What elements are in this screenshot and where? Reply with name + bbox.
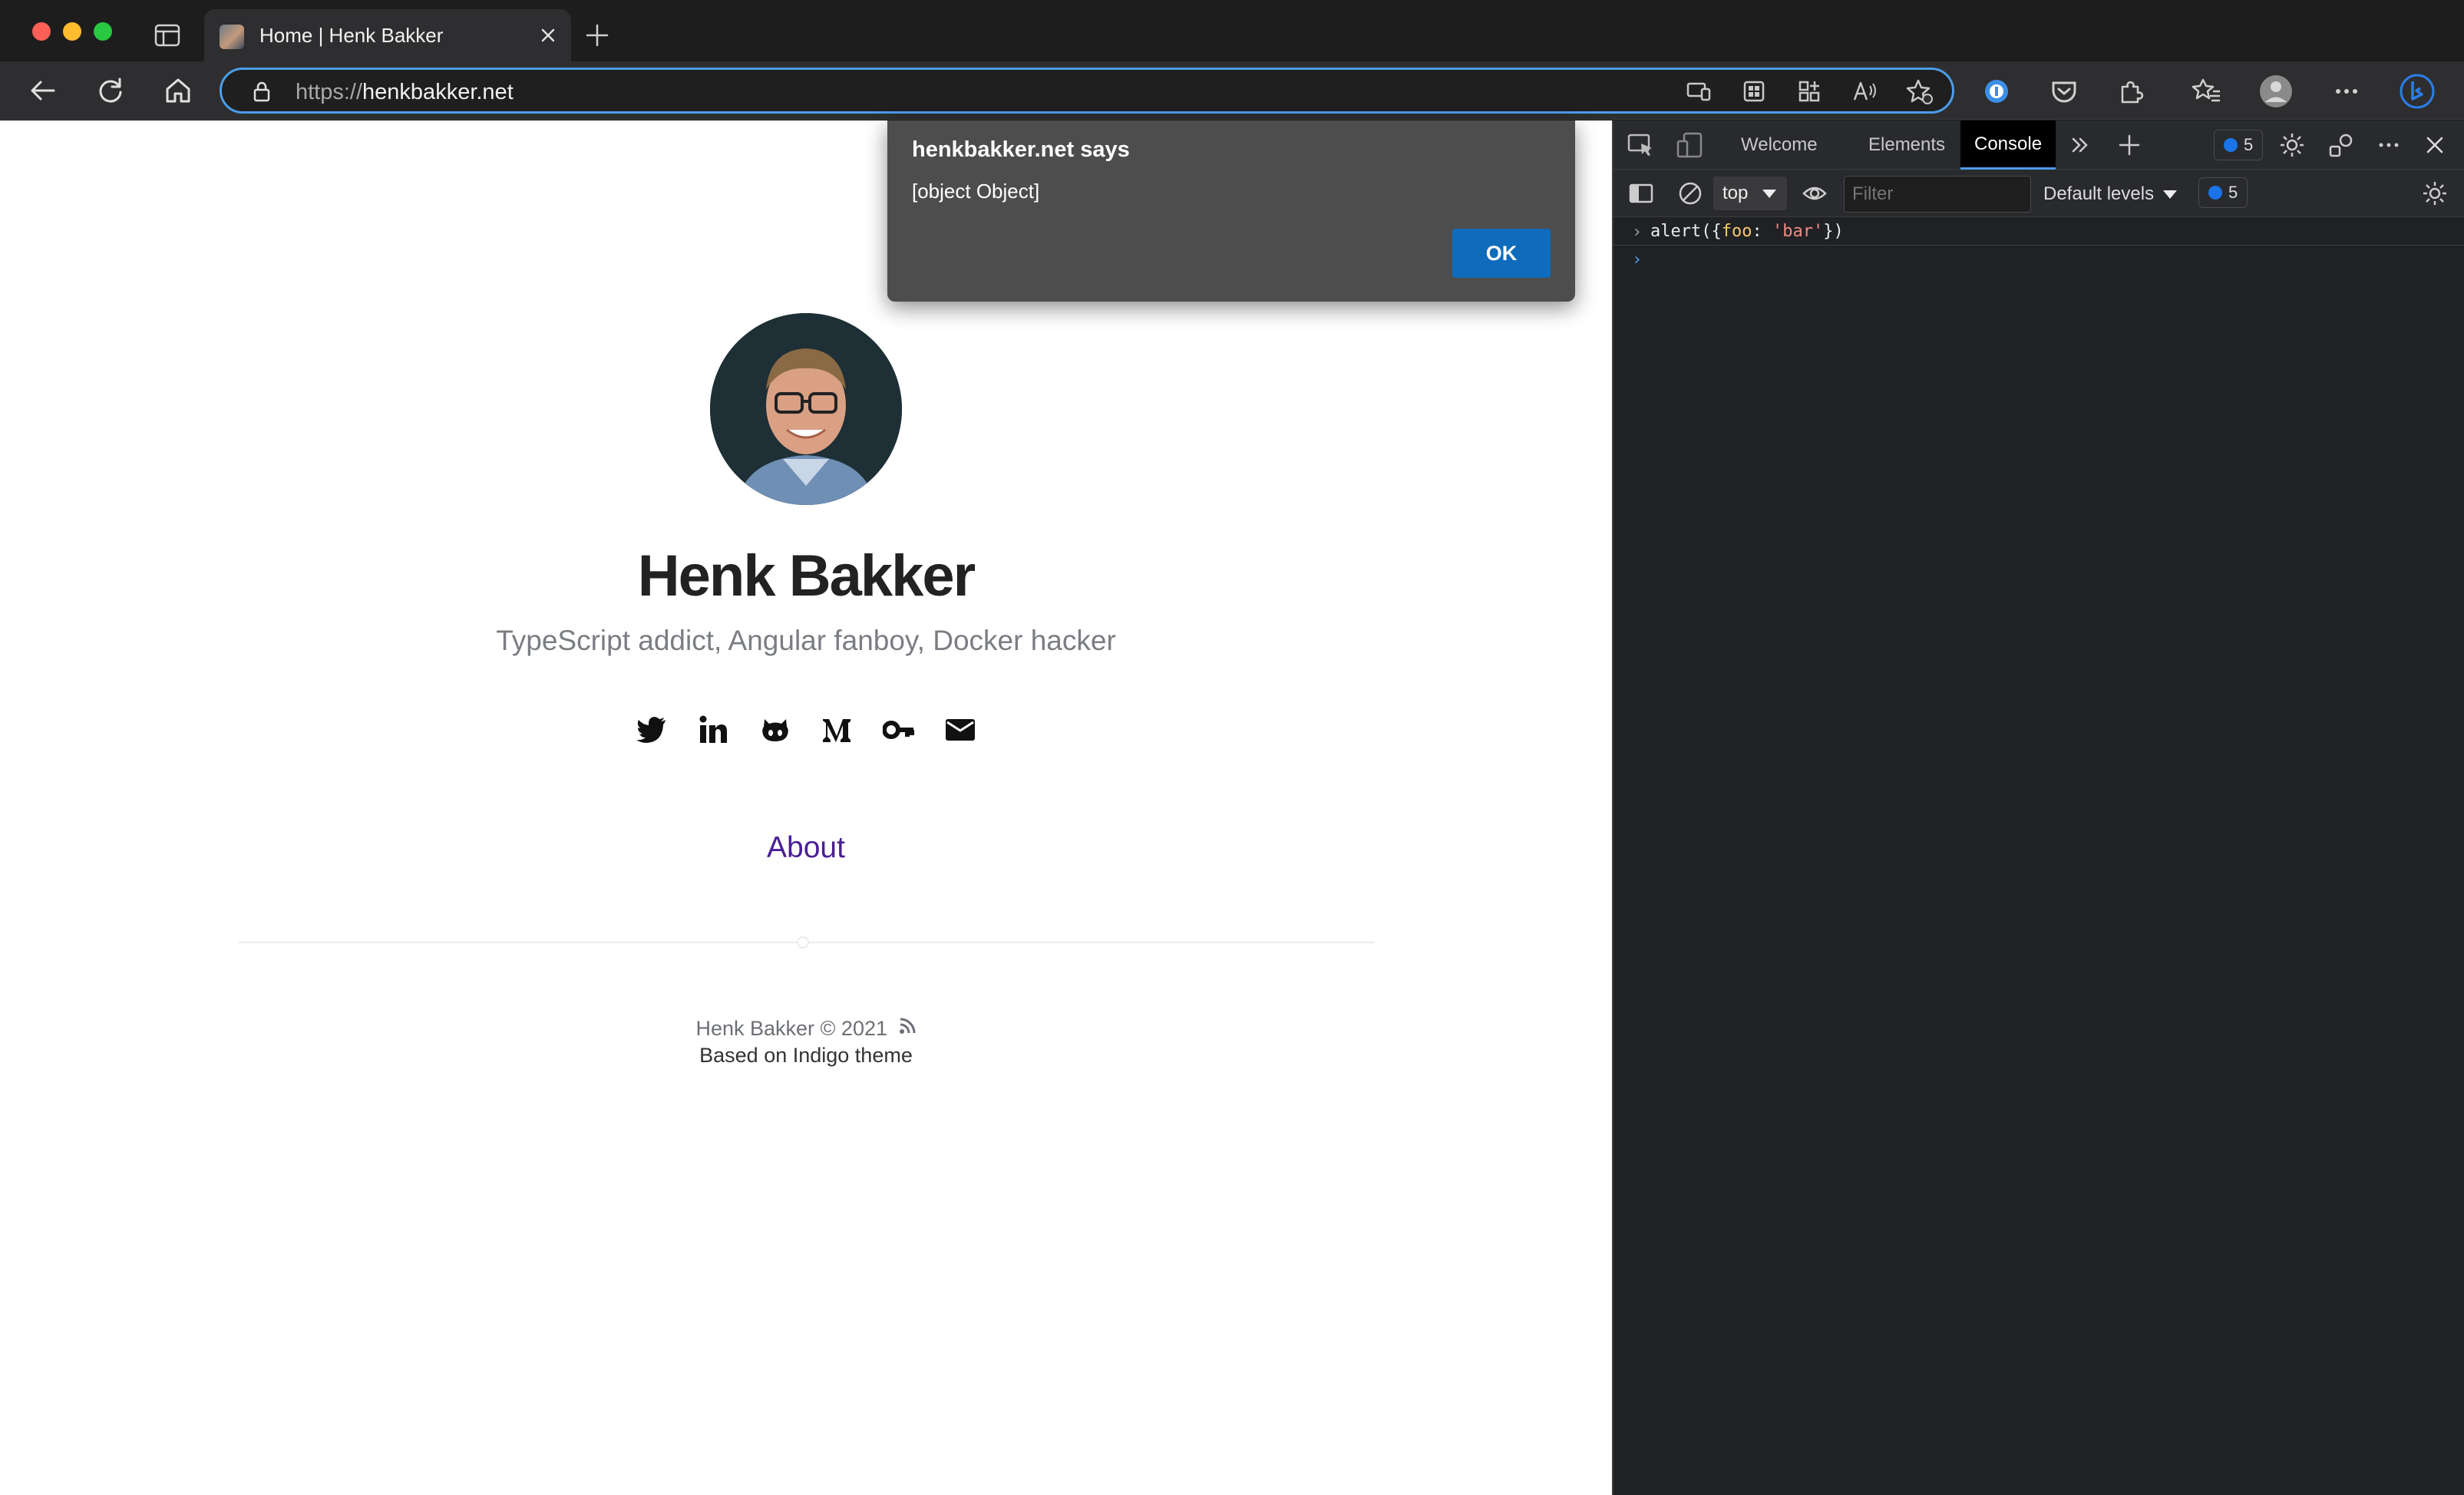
customize-icon[interactable] xyxy=(2326,130,2357,160)
message-icon xyxy=(2208,186,2222,200)
profile-photo xyxy=(710,313,902,505)
ok-button[interactable]: OK xyxy=(1452,229,1551,278)
dialog-message: [object Object] xyxy=(912,180,1040,203)
tagline: TypeScript addict, Angular fanboy, Docke… xyxy=(496,625,1116,656)
more-icon[interactable] xyxy=(2329,74,2364,109)
footer-theme[interactable]: Based on Indigo theme xyxy=(0,1044,1612,1068)
add-app-icon[interactable] xyxy=(1792,76,1826,107)
title-bar: Home | Henk Bakker xyxy=(0,0,2464,61)
add-tool-icon[interactable] xyxy=(2114,130,2145,160)
divider-dot xyxy=(797,936,809,949)
context-value: top xyxy=(1722,183,1749,203)
context-select[interactable]: top xyxy=(1713,177,1787,210)
log-levels-label: Default levels xyxy=(2043,183,2155,204)
device-emulation-icon[interactable] xyxy=(1675,130,1706,160)
add-favorite-icon[interactable] xyxy=(1903,76,1937,107)
console-entry: › alert({foo: 'bar'}) xyxy=(1613,218,2464,246)
console-prompt[interactable]: › xyxy=(1613,246,2464,273)
prompt-chevron-icon: › xyxy=(1632,250,1643,269)
devtools-tab-bar: Welcome Elements Console 5 xyxy=(1613,120,2464,170)
close-tab-icon[interactable] xyxy=(536,23,560,48)
filter-input[interactable] xyxy=(1844,176,2031,213)
read-aloud-icon[interactable] xyxy=(1848,76,1881,107)
log-levels-select[interactable]: Default levels xyxy=(2043,176,2178,213)
tab-actions-icon[interactable] xyxy=(154,23,181,48)
url-text[interactable]: https://henkbakker.net xyxy=(296,80,514,105)
chevron-right-icon: › xyxy=(1632,223,1643,242)
close-window-button[interactable] xyxy=(32,22,51,41)
home-icon[interactable] xyxy=(161,74,195,107)
medium-icon[interactable] xyxy=(818,711,855,748)
app-available-icon[interactable] xyxy=(1682,76,1716,107)
dialog-title: henkbakker.net says xyxy=(912,137,1130,162)
mail-icon[interactable] xyxy=(942,711,979,748)
more-options-icon[interactable] xyxy=(2373,130,2404,160)
inspect-icon[interactable] xyxy=(1626,130,1656,160)
github-icon[interactable] xyxy=(757,711,794,748)
clear-console-icon[interactable] xyxy=(1675,178,1706,209)
address-bar[interactable]: https://henkbakker.net xyxy=(220,68,1954,114)
more-tabs-icon[interactable] xyxy=(2065,130,2096,160)
chevron-down-icon xyxy=(2163,190,2178,199)
profile-avatar[interactable] xyxy=(2258,74,2294,109)
console-settings-icon[interactable] xyxy=(2419,178,2450,209)
issues-badge[interactable]: 5 xyxy=(2214,130,2264,160)
twitter-icon[interactable] xyxy=(633,711,670,748)
sidebar-toggle-icon[interactable] xyxy=(1626,178,1656,209)
linkedin-icon[interactable] xyxy=(695,711,732,748)
extensions-grid-icon[interactable] xyxy=(1737,76,1771,107)
tab-welcome[interactable]: Welcome xyxy=(1741,120,1818,170)
social-links xyxy=(633,711,979,750)
maximize-window-button[interactable] xyxy=(94,22,112,41)
console-toolbar: top Default levels 5 xyxy=(1613,170,2464,217)
lock-icon[interactable] xyxy=(251,81,272,102)
back-icon[interactable] xyxy=(26,74,60,107)
footer-copyright: Henk Bakker © 2021 xyxy=(0,1017,1612,1041)
extensions-icon[interactable] xyxy=(2114,74,2149,109)
favicon-icon xyxy=(220,25,244,49)
footer-copyright-text: Henk Bakker © 2021 xyxy=(695,1017,887,1040)
alert-dialog: henkbakker.net says [object Object] OK xyxy=(887,120,1575,302)
minimize-window-button[interactable] xyxy=(63,22,81,41)
copilot-icon[interactable] xyxy=(2400,74,2435,109)
key-icon[interactable] xyxy=(880,711,917,748)
chevron-down-icon xyxy=(1762,190,1776,198)
toolbar: https://henkbakker.net xyxy=(0,61,2464,120)
reload-icon[interactable] xyxy=(94,74,127,107)
issues-count: 5 xyxy=(2244,135,2254,154)
console-output: › alert({foo: 'bar'}) › xyxy=(1613,218,2464,273)
rss-icon[interactable] xyxy=(898,1017,917,1041)
password-manager-icon[interactable] xyxy=(1979,74,2014,109)
tab-console[interactable]: Console xyxy=(1960,120,2056,170)
console-command[interactable]: alert({foo: 'bar'}) xyxy=(1650,222,1844,241)
tab-active[interactable]: Home | Henk Bakker xyxy=(204,9,571,61)
messages-count: 5 xyxy=(2228,183,2238,202)
messages-badge[interactable]: 5 xyxy=(2198,177,2248,208)
nav-about-link[interactable]: About xyxy=(0,831,1612,865)
site-name: Henk Bakker xyxy=(637,543,976,609)
tab-elements[interactable]: Elements xyxy=(1868,120,1945,170)
close-devtools-icon[interactable] xyxy=(2419,130,2450,160)
pocket-icon[interactable] xyxy=(2046,74,2082,109)
favorites-icon[interactable] xyxy=(2189,74,2225,109)
settings-icon[interactable] xyxy=(2277,130,2307,160)
new-tab-icon[interactable] xyxy=(583,21,611,49)
page-viewport: Henk Bakker TypeScript addict, Angular f… xyxy=(0,120,1612,1495)
devtools-panel: Welcome Elements Console 5 top Filter De… xyxy=(1612,120,2464,1495)
tab-title: Home | Henk Bakker xyxy=(259,24,444,47)
live-expression-eye-icon[interactable] xyxy=(1799,178,1830,209)
message-icon xyxy=(2224,138,2238,152)
